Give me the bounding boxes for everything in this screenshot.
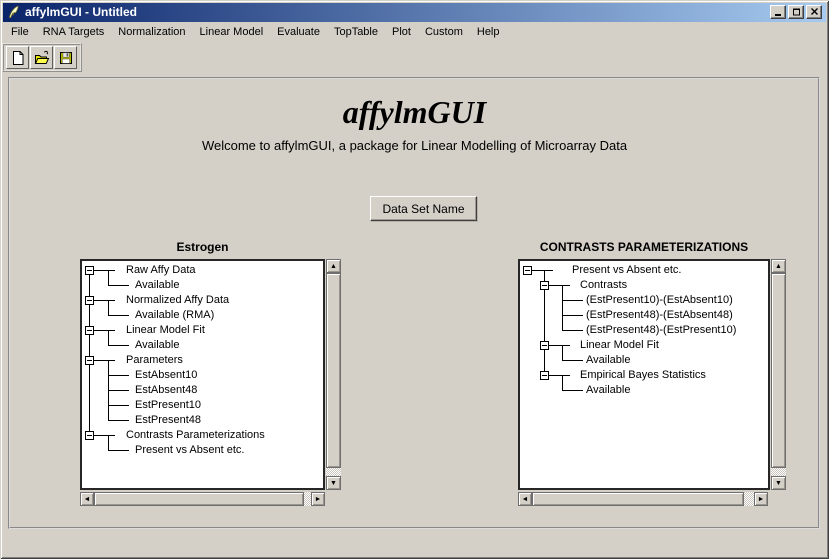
close-button[interactable] — [806, 5, 822, 19]
tree-node-label[interactable]: Linear Model Fit — [580, 338, 659, 353]
tree-node-label[interactable]: Normalized Affy Data — [126, 293, 229, 308]
left-tree: Raw Affy Data Available Normalized Affy … — [80, 259, 325, 490]
arrow-down-icon: ▼ — [330, 480, 337, 487]
tree-node-label[interactable]: Contrasts — [580, 278, 627, 293]
expand-toggle[interactable] — [540, 341, 549, 350]
menu-custom[interactable]: Custom — [425, 23, 463, 41]
app-window: affylmGUI - Untitled File RNA Targets No… — [0, 0, 829, 559]
tree-node-label[interactable]: Available — [135, 278, 179, 293]
open-file-button[interactable] — [30, 46, 53, 69]
expand-toggle[interactable] — [85, 296, 94, 305]
tree-node-label[interactable]: Available (RMA) — [135, 308, 214, 323]
menu-toptable[interactable]: TopTable — [334, 23, 378, 41]
hscrollbar-thumb[interactable] — [532, 492, 744, 506]
vscrollbar-thumb[interactable] — [326, 273, 341, 468]
arrow-right-icon: ► — [758, 496, 765, 503]
expand-toggle[interactable] — [85, 266, 94, 275]
left-tree-header: Estrogen — [80, 240, 325, 254]
toolbar — [2, 43, 82, 72]
tree-node-label[interactable]: EstAbsent48 — [135, 383, 197, 398]
expand-toggle[interactable] — [540, 371, 549, 380]
open-folder-icon — [34, 50, 50, 66]
menu-linear-model[interactable]: Linear Model — [200, 23, 264, 41]
scroll-left-button[interactable]: ◄ — [80, 492, 94, 506]
expand-toggle[interactable] — [540, 281, 549, 290]
scroll-up-button[interactable]: ▲ — [771, 259, 786, 273]
menu-rna-targets[interactable]: RNA Targets — [43, 23, 105, 41]
welcome-text: Welcome to affylmGUI, a package for Line… — [0, 138, 829, 153]
maximize-button[interactable] — [788, 5, 804, 19]
app-title: affylmGUI — [0, 94, 829, 131]
menubar: File RNA Targets Normalization Linear Mo… — [3, 23, 823, 41]
tree-node-label[interactable]: Parameters — [126, 353, 183, 368]
arrow-up-icon: ▲ — [330, 263, 337, 270]
menu-plot[interactable]: Plot — [392, 23, 411, 41]
menu-evaluate[interactable]: Evaluate — [277, 23, 320, 41]
tree-node-label[interactable]: EstAbsent10 — [135, 368, 197, 383]
tree-node-label[interactable]: Present vs Absent etc. — [572, 263, 681, 278]
arrow-down-icon: ▼ — [775, 480, 782, 487]
new-document-icon — [10, 50, 26, 66]
new-file-button[interactable] — [6, 46, 29, 69]
tree-node-label[interactable]: Available — [586, 383, 630, 398]
tree-node-label[interactable]: Raw Affy Data — [126, 263, 196, 278]
tree-node-label[interactable]: Linear Model Fit — [126, 323, 205, 338]
arrow-up-icon: ▲ — [775, 263, 782, 270]
tree-node-label[interactable]: Contrasts Parameterizations — [126, 428, 265, 443]
right-tree: Present vs Absent etc. Contrasts (EstPre… — [518, 259, 770, 490]
tree-node-label[interactable]: Available — [586, 353, 630, 368]
expand-toggle[interactable] — [85, 326, 94, 335]
expand-toggle[interactable] — [523, 266, 532, 275]
scroll-down-button[interactable]: ▼ — [326, 476, 341, 490]
scroll-right-button[interactable]: ► — [311, 492, 325, 506]
menu-normalization[interactable]: Normalization — [118, 23, 185, 41]
vscrollbar-thumb[interactable] — [771, 273, 786, 468]
arrow-left-icon: ◄ — [84, 496, 91, 503]
save-file-button[interactable] — [54, 46, 77, 69]
left-tree-vscrollbar[interactable]: ▲ ▼ — [326, 259, 341, 490]
tree-node-label[interactable]: (EstPresent10)-(EstAbsent10) — [586, 293, 733, 308]
tree-node-label[interactable]: (EstPresent48)-(EstPresent10) — [586, 323, 736, 338]
app-feather-icon — [6, 5, 21, 20]
dataset-name-button[interactable]: Data Set Name — [370, 196, 477, 221]
tree-node-label[interactable]: Available — [135, 338, 179, 353]
scroll-down-button[interactable]: ▼ — [771, 476, 786, 490]
right-tree-hscrollbar[interactable]: ◄ ► — [518, 492, 768, 506]
menu-help[interactable]: Help — [477, 23, 500, 41]
tree-node-label[interactable]: EstPresent10 — [135, 398, 201, 413]
right-tree-header: CONTRASTS PARAMETERIZATIONS — [518, 240, 770, 254]
tree-node-label[interactable]: Empirical Bayes Statistics — [580, 368, 706, 383]
menu-file[interactable]: File — [11, 23, 29, 41]
titlebar[interactable]: affylmGUI - Untitled — [3, 3, 826, 22]
right-tree-vscrollbar[interactable]: ▲ ▼ — [771, 259, 786, 490]
tree-node-label[interactable]: EstPresent48 — [135, 413, 201, 428]
window-controls — [770, 5, 822, 19]
save-floppy-icon — [58, 50, 74, 66]
scroll-up-button[interactable]: ▲ — [326, 259, 341, 273]
expand-toggle[interactable] — [85, 431, 94, 440]
tree-node-label[interactable]: (EstPresent48)-(EstAbsent48) — [586, 308, 733, 323]
arrow-right-icon: ► — [315, 496, 322, 503]
arrow-left-icon: ◄ — [522, 496, 529, 503]
scroll-right-button[interactable]: ► — [754, 492, 768, 506]
left-tree-hscrollbar[interactable]: ◄ ► — [80, 492, 325, 506]
window-title: affylmGUI - Untitled — [25, 3, 137, 22]
hscrollbar-thumb[interactable] — [94, 492, 304, 506]
expand-toggle[interactable] — [85, 356, 94, 365]
tree-node-label[interactable]: Present vs Absent etc. — [135, 443, 244, 458]
minimize-button[interactable] — [770, 5, 786, 19]
scroll-left-button[interactable]: ◄ — [518, 492, 532, 506]
